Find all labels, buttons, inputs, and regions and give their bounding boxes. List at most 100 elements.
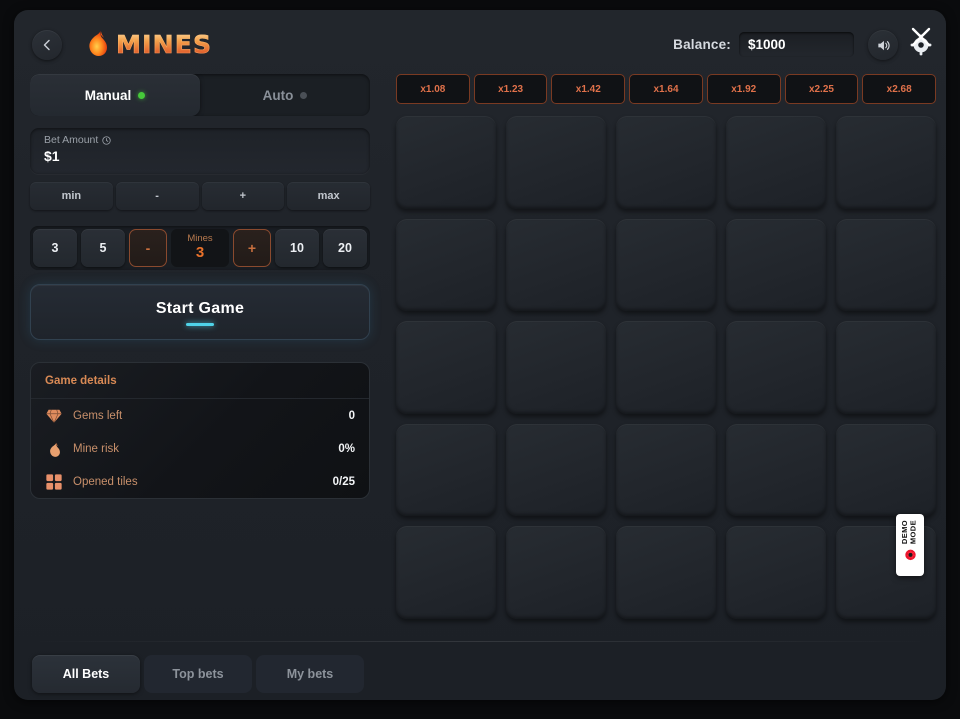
mine-tile[interactable] bbox=[396, 526, 496, 619]
multiplier-chip[interactable]: x1.42 bbox=[551, 74, 625, 104]
detail-label-mine-risk: Mine risk bbox=[73, 443, 328, 455]
mine-tile[interactable] bbox=[506, 321, 606, 414]
game-card: MINES Balance: $1000 bbox=[14, 10, 946, 700]
detail-row-gems-left: Gems left 0 bbox=[31, 399, 369, 432]
bet-max-button[interactable]: max bbox=[287, 182, 370, 210]
game-details-title: Game details bbox=[31, 363, 369, 399]
mode-tab-manual-label: Manual bbox=[85, 88, 132, 103]
mine-tile[interactable] bbox=[836, 116, 936, 209]
bet-min-button[interactable]: min bbox=[30, 182, 113, 210]
close-x-icon bbox=[913, 29, 929, 45]
footer-divider bbox=[30, 641, 930, 642]
mine-tile[interactable] bbox=[506, 116, 606, 209]
bet-amount-label-row: Bet Amount bbox=[44, 134, 356, 146]
detail-row-opened-tiles: Opened tiles 0/25 bbox=[31, 465, 369, 498]
bet-tab-my-bets[interactable]: My bets bbox=[256, 655, 364, 693]
multiplier-chip[interactable]: x1.23 bbox=[474, 74, 548, 104]
balance-label: Balance: bbox=[673, 37, 731, 52]
back-button[interactable] bbox=[32, 30, 62, 60]
logo: MINES bbox=[80, 27, 212, 61]
detail-value-opened-tiles: 0/25 bbox=[333, 476, 355, 488]
start-game-accent bbox=[186, 323, 214, 326]
mines-preset-20[interactable]: 20 bbox=[323, 229, 367, 267]
demo-mode-badge: DEMO MODE bbox=[896, 514, 924, 576]
bet-history-tabs: All BetsTop betsMy bets bbox=[32, 655, 364, 693]
mine-tile[interactable] bbox=[726, 116, 826, 209]
bet-tab-all-bets[interactable]: All Bets bbox=[32, 655, 140, 693]
mode-tab-manual[interactable]: Manual bbox=[30, 74, 200, 116]
mine-tile[interactable] bbox=[506, 526, 606, 619]
mines-count-value: 3 bbox=[196, 244, 204, 262]
mine-tile[interactable] bbox=[396, 116, 496, 209]
mine-tile[interactable] bbox=[616, 526, 716, 619]
close-button[interactable] bbox=[908, 24, 934, 50]
balance-display: Balance: $1000 bbox=[673, 32, 854, 57]
mine-tile[interactable] bbox=[396, 321, 496, 414]
multiplier-chip[interactable]: x1.08 bbox=[396, 74, 470, 104]
mines-preset-5[interactable]: 5 bbox=[81, 229, 125, 267]
mines-count-label: Mines bbox=[187, 234, 212, 244]
mines-count-display: Mines 3 bbox=[171, 229, 229, 267]
mine-tile[interactable] bbox=[396, 424, 496, 517]
detail-value-mine-risk: 0% bbox=[338, 443, 355, 455]
chevron-left-icon bbox=[41, 39, 53, 51]
status-dot-inactive bbox=[300, 92, 307, 99]
mine-tile[interactable] bbox=[616, 219, 716, 312]
speaker-on-icon bbox=[876, 38, 891, 53]
mines-preset-3[interactable]: 3 bbox=[33, 229, 77, 267]
mine-tile[interactable] bbox=[726, 219, 826, 312]
mines-selector: 3 5 - Mines 3 + 10 20 bbox=[30, 226, 370, 270]
mode-tab-auto-label: Auto bbox=[263, 88, 294, 103]
gem-icon bbox=[45, 407, 63, 425]
mine-tile[interactable] bbox=[726, 321, 826, 414]
bet-increase-button[interactable]: + bbox=[202, 182, 285, 210]
mine-tile[interactable] bbox=[836, 321, 936, 414]
mine-tile[interactable] bbox=[616, 424, 716, 517]
controls-panel: Manual Auto Bet Amount $1 bbox=[30, 74, 384, 499]
mine-tile[interactable] bbox=[726, 526, 826, 619]
mines-game-app: MINES Balance: $1000 bbox=[0, 0, 960, 719]
mines-grid bbox=[396, 116, 936, 619]
detail-value-gems-left: 0 bbox=[349, 410, 355, 422]
mine-tile[interactable] bbox=[506, 219, 606, 312]
multiplier-chip[interactable]: x2.25 bbox=[785, 74, 859, 104]
mine-tile[interactable] bbox=[616, 321, 716, 414]
game-board-area: x1.08x1.23x1.42x1.64x1.92x2.25x2.68 bbox=[396, 74, 936, 619]
bet-amount-field[interactable]: Bet Amount $1 bbox=[30, 128, 370, 174]
mine-tile[interactable] bbox=[616, 116, 716, 209]
status-dot-active bbox=[138, 92, 145, 99]
mines-increment-button[interactable]: + bbox=[233, 229, 271, 267]
balance-value: $1000 bbox=[748, 37, 786, 52]
mine-tile[interactable] bbox=[836, 424, 936, 517]
logo-text: MINES bbox=[116, 30, 212, 59]
start-game-button[interactable]: Start Game bbox=[30, 284, 370, 340]
mine-tile[interactable] bbox=[506, 424, 606, 517]
multiplier-chip[interactable]: x1.64 bbox=[629, 74, 703, 104]
sound-button[interactable] bbox=[868, 30, 898, 60]
mines-preset-10[interactable]: 10 bbox=[275, 229, 319, 267]
bet-step-buttons: min - + max bbox=[30, 182, 370, 210]
balance-field[interactable]: $1000 bbox=[739, 32, 854, 57]
app-header: MINES Balance: $1000 bbox=[14, 10, 946, 72]
mode-tab-auto[interactable]: Auto bbox=[200, 74, 370, 116]
bet-amount-label: Bet Amount bbox=[44, 134, 98, 146]
demo-mode-label: DEMO MODE bbox=[901, 520, 918, 544]
flame-bomb-icon bbox=[80, 27, 114, 61]
mine-tile[interactable] bbox=[396, 219, 496, 312]
multiplier-row: x1.08x1.23x1.42x1.64x1.92x2.25x2.68 bbox=[396, 74, 936, 104]
tiles-icon bbox=[45, 473, 63, 491]
mine-tile[interactable] bbox=[726, 424, 826, 517]
mode-toggle: Manual Auto bbox=[30, 74, 370, 116]
bomb-icon bbox=[45, 440, 63, 458]
bet-decrease-button[interactable]: - bbox=[116, 182, 199, 210]
detail-label-gems-left: Gems left bbox=[73, 410, 339, 422]
detail-label-opened-tiles: Opened tiles bbox=[73, 476, 323, 488]
detail-row-mine-risk: Mine risk 0% bbox=[31, 432, 369, 465]
multiplier-chip[interactable]: x1.92 bbox=[707, 74, 781, 104]
bet-tab-top-bets[interactable]: Top bets bbox=[144, 655, 252, 693]
mine-tile[interactable] bbox=[836, 219, 936, 312]
multiplier-chip[interactable]: x2.68 bbox=[862, 74, 936, 104]
game-details-panel: Game details Gems left 0 Mine risk bbox=[30, 362, 370, 499]
start-game-label: Start Game bbox=[156, 300, 244, 318]
mines-decrement-button[interactable]: - bbox=[129, 229, 167, 267]
